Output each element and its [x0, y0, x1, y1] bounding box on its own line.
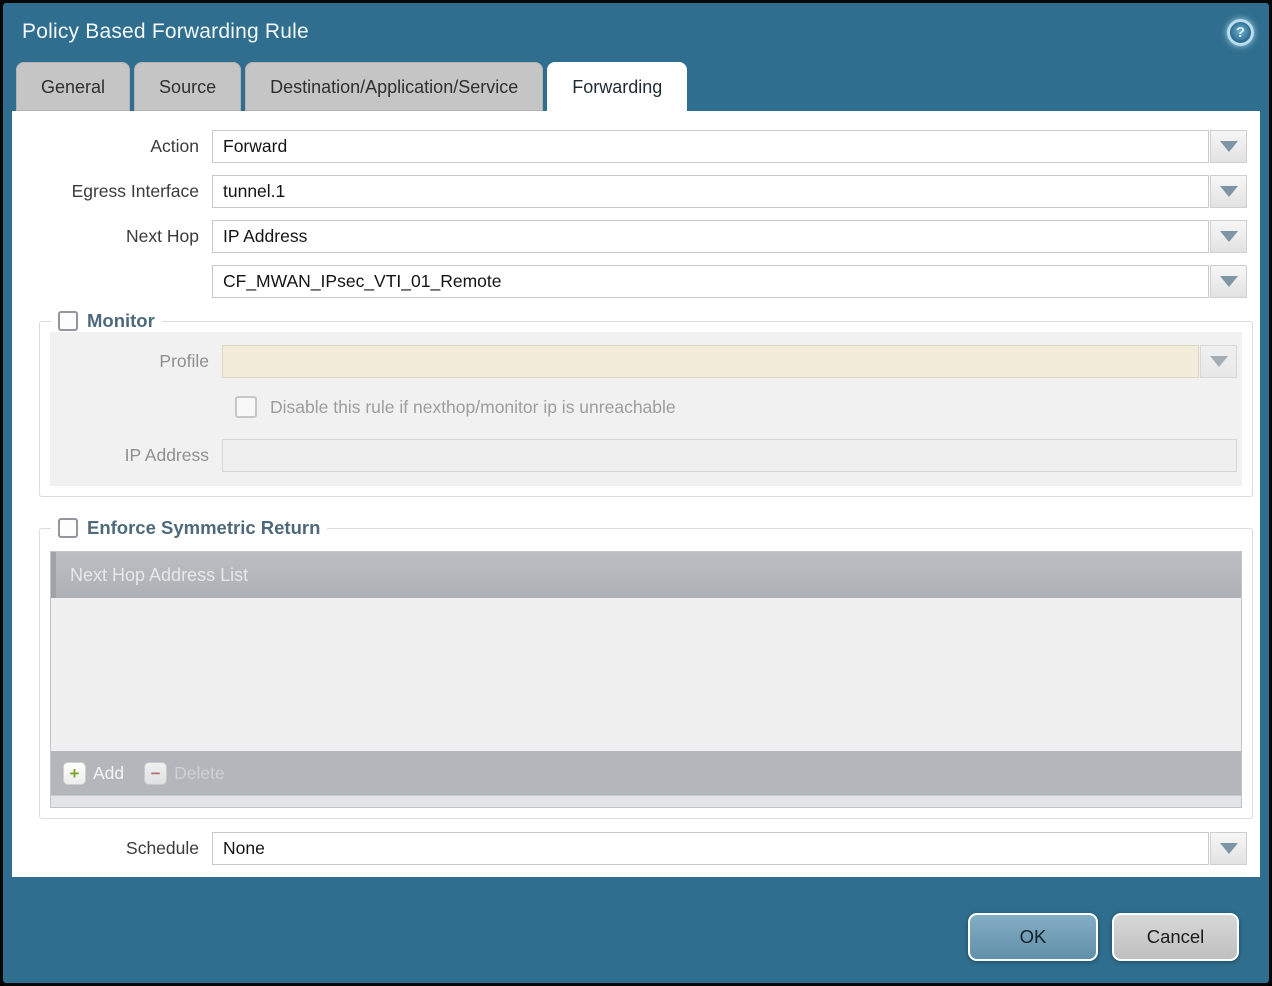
delete-button: − Delete — [144, 762, 225, 785]
monitor-section: Monitor Profile Disable this rule if nex… — [39, 310, 1253, 497]
action-row: Action Forward — [12, 130, 1260, 163]
schedule-dropdown-button[interactable] — [1210, 832, 1247, 865]
forwarding-tab-panel: Action Forward Egress Interface tunnel.1… — [12, 111, 1260, 877]
dialog-titlebar: Policy Based Forwarding Rule ? — [3, 3, 1269, 61]
delete-button-label: Delete — [174, 763, 225, 784]
help-icon[interactable]: ? — [1227, 19, 1254, 46]
next-hop-address-list-header: Next Hop Address List — [51, 552, 1241, 598]
policy-based-forwarding-dialog: Policy Based Forwarding Rule ? General S… — [0, 0, 1272, 986]
next-hop-address-row: CF_MWAN_IPsec_VTI_01_Remote — [12, 265, 1260, 298]
table-toolbar: + Add − Delete — [51, 751, 1241, 795]
enforce-legend: Enforce Symmetric Return — [51, 517, 327, 539]
profile-label: Profile — [50, 351, 222, 372]
add-button[interactable]: + Add — [63, 762, 124, 785]
enforce-symmetric-return-section: Enforce Symmetric Return Next Hop Addres… — [39, 517, 1253, 819]
next-hop-address-select-value[interactable]: CF_MWAN_IPsec_VTI_01_Remote — [212, 265, 1209, 298]
monitor-legend-label: Monitor — [87, 310, 155, 332]
next-hop-label: Next Hop — [12, 226, 212, 247]
next-hop-row: Next Hop IP Address — [12, 220, 1260, 253]
profile-row: Profile — [50, 345, 1242, 378]
enforce-legend-label: Enforce Symmetric Return — [87, 517, 320, 539]
dialog-title: Policy Based Forwarding Rule — [22, 20, 309, 44]
profile-select-value — [222, 345, 1199, 378]
chevron-down-icon — [1220, 276, 1238, 287]
monitor-legend: Monitor — [51, 310, 162, 332]
monitor-ip-address-label: IP Address — [50, 445, 222, 466]
next-hop-address-dropdown-button[interactable] — [1210, 265, 1247, 298]
dialog-footer: OK Cancel — [968, 913, 1239, 961]
schedule-label: Schedule — [12, 838, 212, 859]
tab-general[interactable]: General — [16, 62, 130, 111]
ok-button[interactable]: OK — [968, 913, 1098, 961]
monitor-disabled-panel: Profile Disable this rule if nexthop/mon… — [50, 332, 1242, 486]
tab-forwarding[interactable]: Forwarding — [547, 62, 687, 111]
table-bottom-strip — [51, 795, 1241, 807]
monitor-ip-address-input — [222, 439, 1237, 472]
add-button-label: Add — [93, 763, 124, 784]
disable-rule-row: Disable this rule if nexthop/monitor ip … — [235, 396, 1242, 418]
enforce-symmetric-return-checkbox[interactable] — [58, 518, 78, 538]
egress-interface-row: Egress Interface tunnel.1 — [12, 175, 1260, 208]
action-dropdown-button[interactable] — [1210, 130, 1247, 163]
cancel-button[interactable]: Cancel — [1112, 913, 1239, 961]
next-hop-address-list-body — [51, 598, 1241, 751]
next-hop-type-select-value[interactable]: IP Address — [212, 220, 1209, 253]
next-hop-address-list-table: Next Hop Address List + Add − Delete — [50, 551, 1242, 808]
plus-icon: + — [63, 762, 86, 785]
chevron-down-icon — [1220, 141, 1238, 152]
profile-dropdown-button — [1200, 345, 1237, 378]
egress-interface-label: Egress Interface — [12, 181, 212, 202]
minus-icon: − — [144, 762, 167, 785]
chevron-down-icon — [1220, 843, 1238, 854]
tab-bar: General Source Destination/Application/S… — [3, 61, 1269, 111]
schedule-select-value[interactable]: None — [212, 832, 1209, 865]
monitor-ip-address-row: IP Address — [50, 439, 1242, 472]
next-hop-type-dropdown-button[interactable] — [1210, 220, 1247, 253]
chevron-down-icon — [1220, 186, 1238, 197]
egress-interface-select-value[interactable]: tunnel.1 — [212, 175, 1209, 208]
chevron-down-icon — [1210, 356, 1228, 367]
action-select-value[interactable]: Forward — [212, 130, 1209, 163]
disable-rule-label: Disable this rule if nexthop/monitor ip … — [270, 397, 676, 418]
schedule-row: Schedule None — [12, 832, 1260, 865]
chevron-down-icon — [1220, 231, 1238, 242]
action-label: Action — [12, 136, 212, 157]
tab-source[interactable]: Source — [134, 62, 241, 111]
disable-rule-checkbox — [235, 396, 257, 418]
monitor-checkbox[interactable] — [58, 311, 78, 331]
egress-interface-dropdown-button[interactable] — [1210, 175, 1247, 208]
tab-destination-application-service[interactable]: Destination/Application/Service — [245, 62, 543, 111]
